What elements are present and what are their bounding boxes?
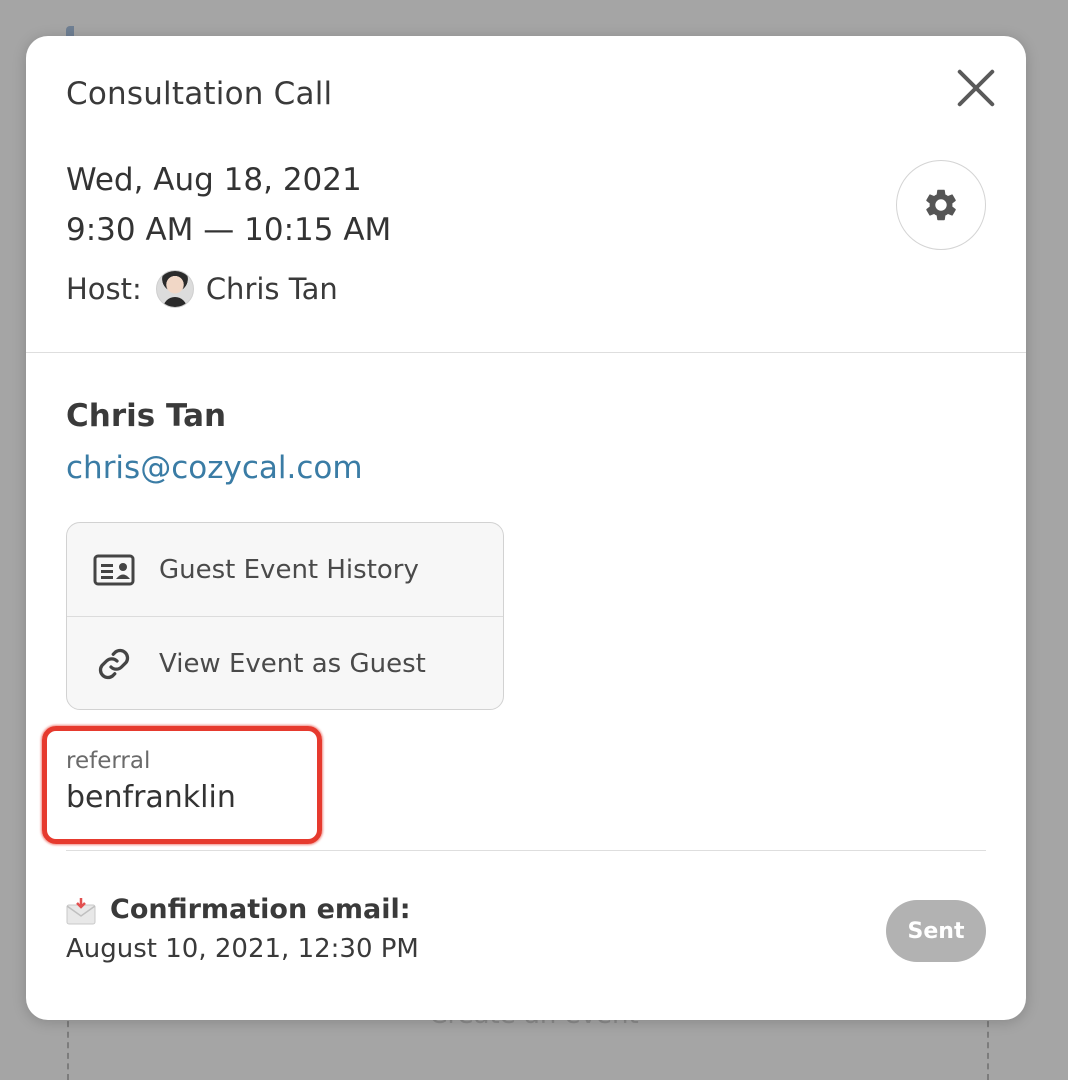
- close-icon[interactable]: [954, 66, 998, 110]
- contact-card-icon: [93, 553, 135, 587]
- view-event-as-guest-label: View Event as Guest: [159, 648, 426, 679]
- guest-event-history-button[interactable]: Guest Event History: [67, 523, 503, 616]
- link-icon: [93, 647, 135, 681]
- guest-event-history-label: Guest Event History: [159, 554, 419, 585]
- host-name: Chris Tan: [205, 272, 338, 306]
- guest-actions-menu: Guest Event History View Event as Guest: [66, 522, 504, 710]
- section-divider: [66, 850, 986, 851]
- confirmation-email-label: Confirmation email:: [110, 894, 411, 925]
- gear-icon: [926, 189, 956, 221]
- guest-name: Chris Tan: [66, 398, 227, 434]
- host-label: Host:: [66, 272, 142, 306]
- sent-status-button[interactable]: Sent: [886, 900, 986, 962]
- settings-button[interactable]: [896, 160, 986, 250]
- view-event-as-guest-button[interactable]: View Event as Guest: [67, 616, 503, 709]
- avatar: [155, 270, 194, 308]
- envelope-icon: [66, 897, 96, 924]
- event-host: Host: Chris Tan: [66, 270, 338, 308]
- section-divider: [26, 352, 1026, 353]
- event-details-modal: Consultation Call Wed, Aug 18, 2021 9:30…: [26, 36, 1026, 1020]
- guest-email-link[interactable]: chris@cozycal.com: [66, 450, 363, 486]
- custom-field-value: benfranklin: [66, 780, 236, 815]
- confirmation-email-heading: Confirmation email:: [66, 894, 411, 925]
- event-date: Wed, Aug 18, 2021: [66, 162, 362, 198]
- custom-field-label: referral: [66, 748, 151, 774]
- event-title: Consultation Call: [66, 76, 333, 112]
- event-time: 9:30 AM — 10:15 AM: [66, 212, 392, 248]
- confirmation-email-date: August 10, 2021, 12:30 PM: [66, 934, 419, 964]
